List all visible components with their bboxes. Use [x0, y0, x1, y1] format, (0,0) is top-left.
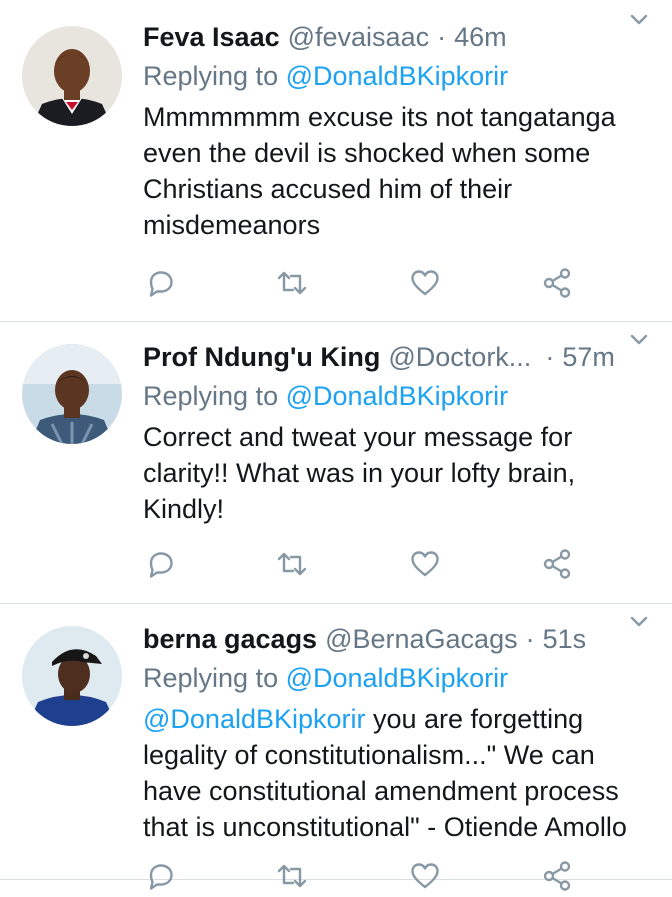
retweet-icon[interactable] [276, 267, 308, 299]
tweet-text-line: Christians accused him of their [143, 174, 513, 204]
timestamp[interactable]: 57m [562, 340, 615, 374]
replying-to: Replying to @DonaldBKipkorir [143, 59, 652, 93]
replying-prefix: Replying to [143, 381, 286, 411]
user-handle[interactable]: @BernaGacags [325, 622, 518, 656]
user-handle[interactable]: @Doctork... [388, 340, 531, 374]
user-handle[interactable]: @fevaisaac [288, 20, 429, 54]
display-name[interactable]: berna gacags [143, 622, 317, 656]
replying-mention-link[interactable]: @DonaldBKipkorir [286, 381, 509, 411]
like-icon[interactable] [409, 267, 441, 299]
tweet-text-line: have constitutional amendment process [143, 776, 619, 806]
tweet-actions [143, 548, 583, 584]
avatar-image [22, 626, 122, 726]
replying-prefix: Replying to [143, 61, 286, 91]
tweet-actions [143, 267, 583, 303]
share-icon[interactable] [541, 548, 573, 580]
mention-link[interactable]: @DonaldBKipkorir [143, 704, 366, 734]
replying-mention-link[interactable]: @DonaldBKipkorir [286, 61, 509, 91]
chevron-down-icon[interactable] [628, 328, 650, 350]
tweet[interactable]: Feva Isaac @fevaisaac · 46m Replying to … [0, 0, 672, 322]
separator-dot: · [545, 342, 555, 372]
timestamp[interactable]: 51s [543, 622, 587, 656]
chevron-down-icon[interactable] [628, 610, 650, 632]
tweet-text-line: that is unconstitutional" - Otiende Amol… [143, 812, 627, 842]
tweet-text-fragment: you are forgetting [365, 704, 584, 734]
separator-dot: · [437, 22, 447, 52]
tweet-text-line: clarity!! What was in your lofty brain, [143, 458, 576, 488]
tweet-text: Mmmmmmm excuse its not tangatanga even t… [143, 99, 652, 243]
tweet-text: @DonaldBKipkorir you are forgetting lega… [143, 701, 652, 845]
tweet-text-line: even the devil is shocked when some [143, 138, 591, 168]
avatar[interactable] [22, 344, 122, 444]
tweet-text-line: misdemeanors [143, 210, 321, 240]
like-icon[interactable] [409, 860, 441, 892]
separator-dot: · [525, 624, 535, 654]
display-name[interactable]: Feva Isaac [143, 20, 280, 54]
retweet-icon[interactable] [276, 548, 308, 580]
tweet-actions [143, 860, 583, 896]
reply-icon[interactable] [145, 548, 177, 580]
tweet[interactable]: berna gacags @BernaGacags · 51s Replying… [0, 604, 672, 891]
tweet-text: Correct and tweat your message for clari… [143, 419, 652, 527]
timestamp[interactable]: 46m [454, 20, 507, 54]
retweet-icon[interactable] [276, 860, 308, 892]
tweet-text-line: Kindly! [143, 494, 225, 524]
tweet-text-line: @DonaldBKipkorir you are forgetting [143, 701, 652, 737]
avatar[interactable] [22, 626, 122, 726]
reply-icon[interactable] [145, 860, 177, 892]
reply-icon[interactable] [145, 267, 177, 299]
replying-to: Replying to @DonaldBKipkorir [143, 379, 652, 413]
display-name[interactable]: Prof Ndung'u King [143, 340, 380, 374]
chevron-down-icon[interactable] [628, 8, 650, 30]
tweet-text-line: Correct and tweat your message for [143, 422, 573, 452]
replying-mention-link[interactable]: @DonaldBKipkorir [286, 663, 509, 693]
replying-to: Replying to @DonaldBKipkorir [143, 661, 652, 695]
tweet-text-line: Mmmmmmm excuse its not tangatanga [143, 102, 616, 132]
share-icon[interactable] [541, 267, 573, 299]
replying-prefix: Replying to [143, 663, 286, 693]
avatar-image [22, 26, 122, 126]
like-icon[interactable] [409, 548, 441, 580]
avatar[interactable] [22, 26, 122, 126]
avatar-image [22, 344, 122, 444]
tweet-text-line: legality of constitutionalism..." We can [143, 740, 595, 770]
share-icon[interactable] [541, 860, 573, 892]
tweet[interactable]: Prof Ndung'u King @Doctork... · 57m Repl… [0, 322, 672, 604]
